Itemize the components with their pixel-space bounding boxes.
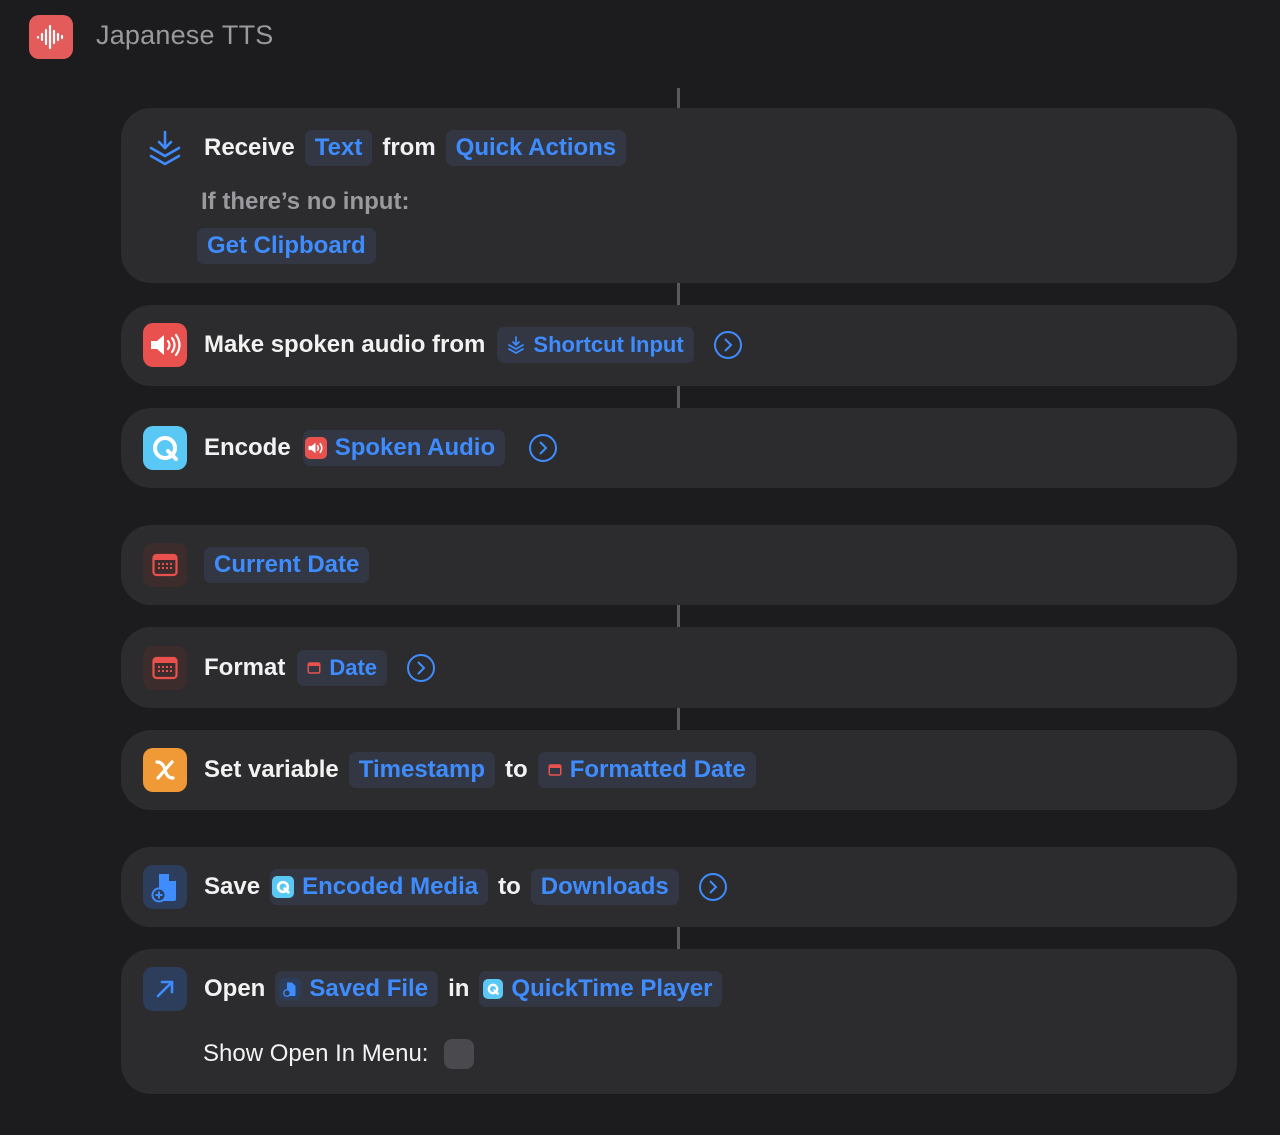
source-token[interactable]: Quick Actions <box>445 130 627 166</box>
calendar-icon <box>143 646 187 690</box>
show-open-in-menu-checkbox[interactable] <box>444 1039 475 1069</box>
open-arrow-icon <box>143 967 187 1011</box>
speaker-icon <box>304 437 327 459</box>
app-label: QuickTime Player <box>511 975 713 1002</box>
quicktime-icon <box>143 426 187 470</box>
connector-line <box>677 386 680 408</box>
action-receive[interactable]: Receive Text from Quick Actions If there… <box>121 108 1237 283</box>
document-add-icon <box>143 865 187 909</box>
action-current-date[interactable]: Current Date <box>121 525 1237 605</box>
encoded-media-token[interactable]: Encoded Media <box>270 869 489 905</box>
shortcut-title[interactable]: Japanese TTS <box>96 20 274 51</box>
action-format-date[interactable]: Format Date <box>121 627 1237 708</box>
connector-line <box>677 605 680 627</box>
quicktime-icon <box>483 979 504 999</box>
speaker-icon <box>143 323 187 367</box>
connector-line <box>677 708 680 730</box>
connector-line <box>677 88 680 108</box>
open-verb: Open <box>204 975 266 1002</box>
calendar-icon <box>143 543 187 587</box>
to-word: to <box>498 873 521 900</box>
spoken-audio-label: Spoken Audio <box>334 434 496 461</box>
speak-verb: Make spoken audio from <box>204 331 486 358</box>
date-token[interactable]: Date <box>297 650 388 686</box>
formatted-date-token[interactable]: Formatted Date <box>537 752 756 788</box>
chevron-right-icon[interactable] <box>698 873 727 901</box>
format-verb: Format <box>204 654 286 681</box>
date-label: Date <box>329 655 378 680</box>
show-open-in-menu-label: Show Open In Menu: <box>203 1040 429 1067</box>
action-speak[interactable]: Make spoken audio from Shortcut Input <box>121 305 1237 386</box>
calendar-icon <box>548 764 562 776</box>
action-encode[interactable]: Encode Spoken Audio <box>121 408 1237 488</box>
calendar-icon <box>307 662 321 674</box>
chevron-right-icon[interactable] <box>529 434 558 462</box>
chevron-right-icon[interactable] <box>407 654 436 682</box>
fallback-token[interactable]: Get Clipboard <box>197 228 376 264</box>
current-date-token[interactable]: Current Date <box>204 547 370 583</box>
encoded-media-label: Encoded Media <box>302 873 479 900</box>
action-open-file[interactable]: Open Saved File in QuickTime Player Show… <box>121 949 1237 1094</box>
action-save-file[interactable]: Save Encoded Media to Downloads <box>121 847 1237 927</box>
connector-line <box>677 927 680 949</box>
save-verb: Save <box>204 873 261 900</box>
variable-name-token[interactable]: Timestamp <box>348 752 496 788</box>
spoken-audio-token[interactable]: Spoken Audio <box>302 430 506 466</box>
shortcut-input-icon <box>508 336 525 354</box>
encode-verb: Encode <box>204 434 291 461</box>
saved-file-label: Saved File <box>309 975 429 1002</box>
receive-verb: Receive <box>204 134 295 161</box>
connector-line <box>677 283 680 305</box>
in-word: in <box>448 975 470 1002</box>
document-add-icon <box>279 978 302 1000</box>
waveform-icon <box>36 24 64 50</box>
app-icon <box>29 15 73 59</box>
to-word: to <box>505 756 528 783</box>
destination-token[interactable]: Downloads <box>530 869 679 905</box>
app-token[interactable]: QuickTime Player <box>479 971 723 1007</box>
action-set-variable[interactable]: Set variable Timestamp to Formatted Date <box>121 730 1237 810</box>
quicktime-icon <box>272 876 295 898</box>
shortcut-input-label: Shortcut Input <box>533 332 684 357</box>
variable-icon <box>143 748 187 792</box>
input-type-token[interactable]: Text <box>304 130 373 166</box>
from-word: from <box>382 134 436 161</box>
saved-file-token[interactable]: Saved File <box>275 971 439 1007</box>
no-input-label: If there’s no input: <box>201 188 410 215</box>
shortcut-input-icon <box>143 126 187 170</box>
shortcut-input-token[interactable]: Shortcut Input <box>497 327 694 363</box>
set-variable-verb: Set variable <box>204 756 339 783</box>
formatted-date-label: Formatted Date <box>569 756 746 783</box>
chevron-right-icon[interactable] <box>713 331 742 359</box>
